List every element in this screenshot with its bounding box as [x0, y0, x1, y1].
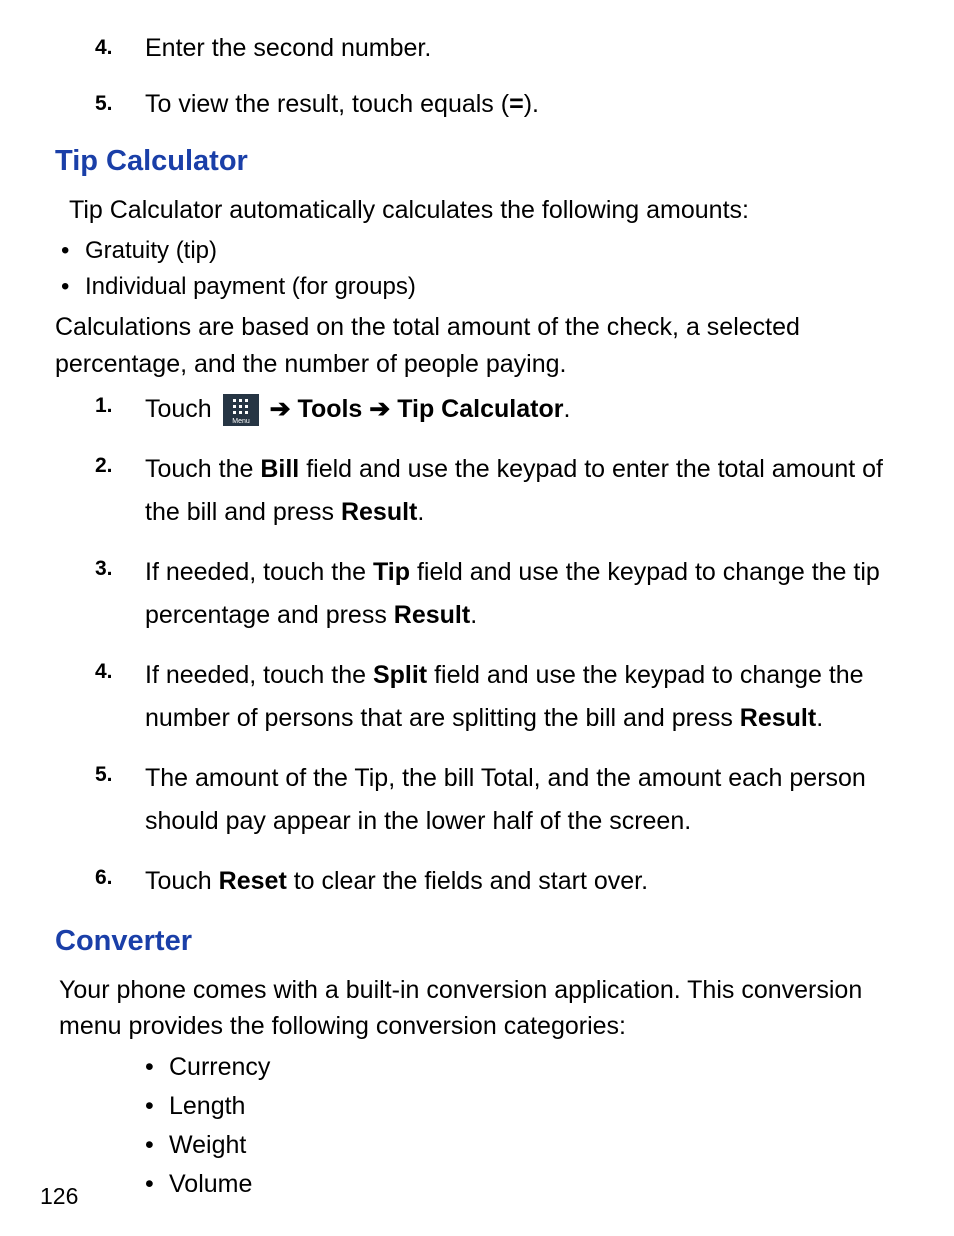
result-label: Result	[341, 498, 417, 526]
step-prefix: If needed, touch the	[145, 558, 373, 586]
equals-symbol: =	[509, 90, 524, 118]
bullet-item: • Gratuity (tip)	[61, 234, 899, 268]
step-text: Touch Menu ➔ Tools	[145, 388, 899, 431]
step-suffix: .	[417, 498, 424, 526]
bullet-text: Currency	[169, 1050, 270, 1085]
step-4: 4. Enter the second number.	[95, 30, 899, 68]
menu-icon-label: Menu	[232, 418, 250, 425]
bullet-icon: •	[61, 234, 85, 268]
arrow-icon: ➔	[270, 395, 291, 423]
result-label: Result	[740, 704, 816, 732]
step-text-prefix: To view the result, touch equals (	[145, 90, 509, 118]
bullet-icon: •	[145, 1089, 169, 1124]
step-text: To view the result, touch equals (=).	[145, 86, 899, 124]
page: 4. Enter the second number. 5. To view t…	[0, 0, 954, 1236]
step-number: 4.	[95, 654, 145, 688]
tipcalc-step-4: 4. If needed, touch the Split field and …	[95, 654, 899, 739]
bullet-icon: •	[145, 1128, 169, 1163]
tipcalc-step-1: 1. Touch Menu ➔ Tools	[95, 388, 899, 431]
converter-para: Your phone comes with a built-in convers…	[59, 972, 899, 1045]
top-ordered-list: 4. Enter the second number. 5. To view t…	[55, 30, 899, 123]
step-number: 5.	[95, 757, 145, 791]
bullet-text: Gratuity (tip)	[85, 234, 217, 268]
step-prefix: Touch the	[145, 455, 260, 483]
tipcalc-step-5: 5. The amount of the Tip, the bill Total…	[95, 757, 899, 842]
bullet-text: Volume	[169, 1167, 252, 1202]
step-text: The amount of the Tip, the bill Total, a…	[145, 757, 899, 842]
tipcalc-step-6: 6. Touch Reset to clear the fields and s…	[95, 860, 899, 903]
step-number: 3.	[95, 551, 145, 585]
tip-calculator-label: Tip Calculator	[397, 395, 563, 423]
step-text: If needed, touch the Split field and use…	[145, 654, 899, 739]
tools-label: Tools	[298, 395, 363, 423]
bullet-text: Individual payment (for groups)	[85, 270, 416, 304]
step-suffix: .	[470, 601, 477, 629]
step-5: 5. To view the result, touch equals (=).	[95, 86, 899, 124]
menu-icon: Menu	[223, 394, 259, 426]
arrow-icon: ➔	[369, 395, 390, 423]
step-prefix: Touch	[145, 395, 219, 423]
tipcalc-step-3: 3. If needed, touch the Tip field and us…	[95, 551, 899, 636]
page-number: 126	[40, 1183, 78, 1210]
bullet-item: • Length	[145, 1089, 899, 1124]
step-prefix: If needed, touch the	[145, 661, 373, 689]
bullet-item: • Weight	[145, 1128, 899, 1163]
step-number: 1.	[95, 388, 145, 422]
bullet-icon: •	[145, 1050, 169, 1085]
step-text: Touch Reset to clear the fields and star…	[145, 860, 899, 903]
tip-para: Calculations are based on the total amou…	[55, 309, 899, 382]
step-number: 4.	[95, 30, 145, 64]
tip-calculator-heading: Tip Calculator	[55, 145, 899, 178]
tip-intro: Tip Calculator automatically calculates …	[69, 192, 899, 228]
step-suffix: .	[816, 704, 823, 732]
step-text-suffix: ).	[524, 90, 539, 118]
tip-bullet-list: • Gratuity (tip) • Individual payment (f…	[61, 234, 899, 303]
step-text: Enter the second number.	[145, 30, 899, 68]
bullet-item: • Individual payment (for groups)	[61, 270, 899, 304]
bill-label: Bill	[260, 455, 299, 483]
tip-label: Tip	[373, 558, 410, 586]
step-number: 6.	[95, 860, 145, 894]
bullet-item: • Volume	[145, 1167, 899, 1202]
split-label: Split	[373, 661, 427, 689]
tipcalc-step-2: 2. Touch the Bill field and use the keyp…	[95, 448, 899, 533]
bullet-text: Length	[169, 1089, 245, 1124]
step-text: If needed, touch the Tip field and use t…	[145, 551, 899, 636]
reset-label: Reset	[219, 867, 287, 895]
bullet-item: • Currency	[145, 1050, 899, 1085]
converter-heading: Converter	[55, 925, 899, 958]
bullet-text: Weight	[169, 1128, 246, 1163]
step-text: Touch the Bill field and use the keypad …	[145, 448, 899, 533]
tipcalc-ordered-list: 1. Touch Menu ➔ Tools	[55, 388, 899, 903]
result-label: Result	[394, 601, 470, 629]
bullet-icon: •	[145, 1167, 169, 1202]
step-prefix: Touch	[145, 867, 219, 895]
bullet-icon: •	[61, 270, 85, 304]
step-number: 5.	[95, 86, 145, 120]
step-mid: to clear the fields and start over.	[287, 867, 648, 895]
step-suffix: .	[563, 395, 570, 423]
converter-bullet-list: • Currency • Length • Weight • Volume	[145, 1050, 899, 1202]
step-number: 2.	[95, 448, 145, 482]
